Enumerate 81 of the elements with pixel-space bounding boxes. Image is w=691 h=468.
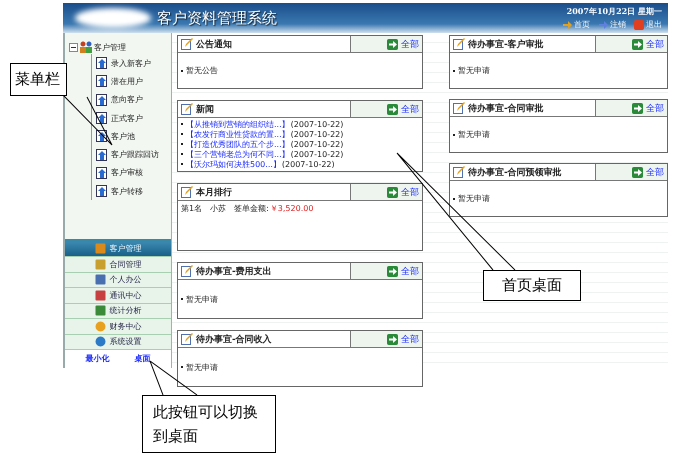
- arrow-icon: [562, 20, 572, 30]
- empty-message: 暂无申请: [458, 193, 490, 204]
- tree-item[interactable]: 客户审核: [91, 164, 171, 182]
- callout: 菜单栏: [10, 63, 67, 96]
- tree-item[interactable]: 客户跟踪回访: [91, 145, 171, 164]
- empty-message: 暂无申请: [458, 65, 490, 76]
- tree-item[interactable]: 正式客户: [91, 108, 171, 128]
- sidebar-link[interactable]: 桌面: [134, 353, 150, 364]
- arrow-icon: [387, 186, 398, 198]
- news-date: (2007-10-22): [290, 140, 344, 148]
- arrow-icon: [632, 38, 643, 50]
- nav-item[interactable]: 合同管理: [65, 257, 171, 272]
- empty-message: 暂无申请: [186, 362, 218, 372]
- pencil-icon: [453, 166, 465, 178]
- panel-title: 公告通知: [196, 38, 232, 50]
- pencil-icon: [181, 38, 193, 50]
- document-icon: [96, 166, 108, 179]
- sidebar-link[interactable]: 最小化: [86, 353, 110, 364]
- news-link[interactable]: 【农发行商业性贷款的置...】: [186, 128, 290, 140]
- news-date: (2007-10-22): [290, 150, 344, 158]
- pencil-icon: [181, 186, 193, 198]
- tree-item[interactable]: 潜在用户: [91, 72, 171, 91]
- tree-node[interactable]: 客户管理: [69, 40, 171, 54]
- pencil-icon: [453, 102, 465, 114]
- arrow-icon: [387, 266, 398, 276]
- panel-title: 待办事宜-合同审批: [468, 102, 544, 114]
- ranking-amount: ￥3,520.00: [270, 202, 314, 214]
- news-link[interactable]: 【沃尔玛如何决胜500...】: [186, 158, 281, 170]
- news-date: (2007-10-22): [290, 130, 344, 138]
- empty-message: 暂无申请: [186, 294, 218, 304]
- callout: 首页桌面: [483, 270, 581, 301]
- nav-item[interactable]: 通讯中心: [65, 288, 171, 304]
- header-link[interactable]: 退出: [634, 19, 662, 30]
- panel-title: 待办事宜-合同预领审批: [468, 166, 562, 178]
- header-link[interactable]: 注销: [598, 19, 626, 30]
- nav-item[interactable]: 个人办公: [65, 272, 171, 288]
- arrow-icon: [632, 102, 643, 114]
- document-icon: [96, 94, 108, 106]
- panel-title: 待办事宜-费用支出: [196, 265, 272, 278]
- tree-item[interactable]: 意向客户: [91, 90, 171, 109]
- tree-item[interactable]: 客户池: [91, 127, 171, 146]
- document-icon: [96, 75, 108, 88]
- pencil-icon: [181, 265, 193, 277]
- header-link[interactable]: 首页: [562, 19, 590, 30]
- news-link[interactable]: 【三个营销老总为何不同...】: [186, 148, 290, 160]
- news-link[interactable]: 【从推销到营销的组织结...】: [186, 118, 290, 130]
- news-date: (2007-10-22): [282, 160, 335, 168]
- leader-line: [62, 94, 112, 146]
- news-link[interactable]: 【打造优秀团队的五个步...】: [186, 138, 290, 150]
- empty-message: 暂无申请: [458, 129, 490, 140]
- nav-item[interactable]: 统计分析: [65, 304, 171, 319]
- nav-item[interactable]: 财务中心: [65, 319, 171, 334]
- power-icon: [634, 20, 644, 30]
- nav-item[interactable]: 客户管理: [65, 242, 171, 257]
- pencil-icon: [453, 38, 465, 50]
- tree-item[interactable]: 录入新客户: [91, 54, 171, 72]
- pencil-icon: [181, 103, 193, 115]
- empty-message: 暂无公告: [186, 65, 218, 76]
- document-icon: [96, 185, 108, 198]
- panel-title: 本月排行: [196, 186, 232, 198]
- document-icon: [96, 57, 108, 70]
- arrow-icon: [632, 166, 643, 178]
- news-date: (2007-10-22): [290, 120, 344, 128]
- date-text: 2007年10月22日 星期一: [566, 6, 662, 17]
- panel-title: 新闻: [196, 103, 214, 116]
- panel-title: 待办事宜-客户审批: [468, 38, 544, 50]
- app-title: 客户资料管理系统: [157, 8, 277, 28]
- document-icon: [96, 148, 108, 161]
- arrow-icon: [387, 334, 398, 344]
- ranking-text: 第1名 小苏 签单金额:: [181, 202, 269, 214]
- nav-item[interactable]: 系统设置: [65, 334, 171, 350]
- arrow-icon: [387, 104, 398, 114]
- arrow-icon: [598, 20, 608, 30]
- tree-item[interactable]: 客户转移: [91, 182, 171, 200]
- callout: 此按钮可以切换到桌面: [142, 395, 276, 453]
- panel-title: 待办事宜-合同收入: [196, 333, 272, 346]
- document-icon: [96, 130, 108, 142]
- collapse-icon[interactable]: [69, 42, 78, 52]
- arrow-icon: [387, 38, 398, 50]
- document-icon: [96, 112, 108, 124]
- pencil-icon: [181, 333, 193, 345]
